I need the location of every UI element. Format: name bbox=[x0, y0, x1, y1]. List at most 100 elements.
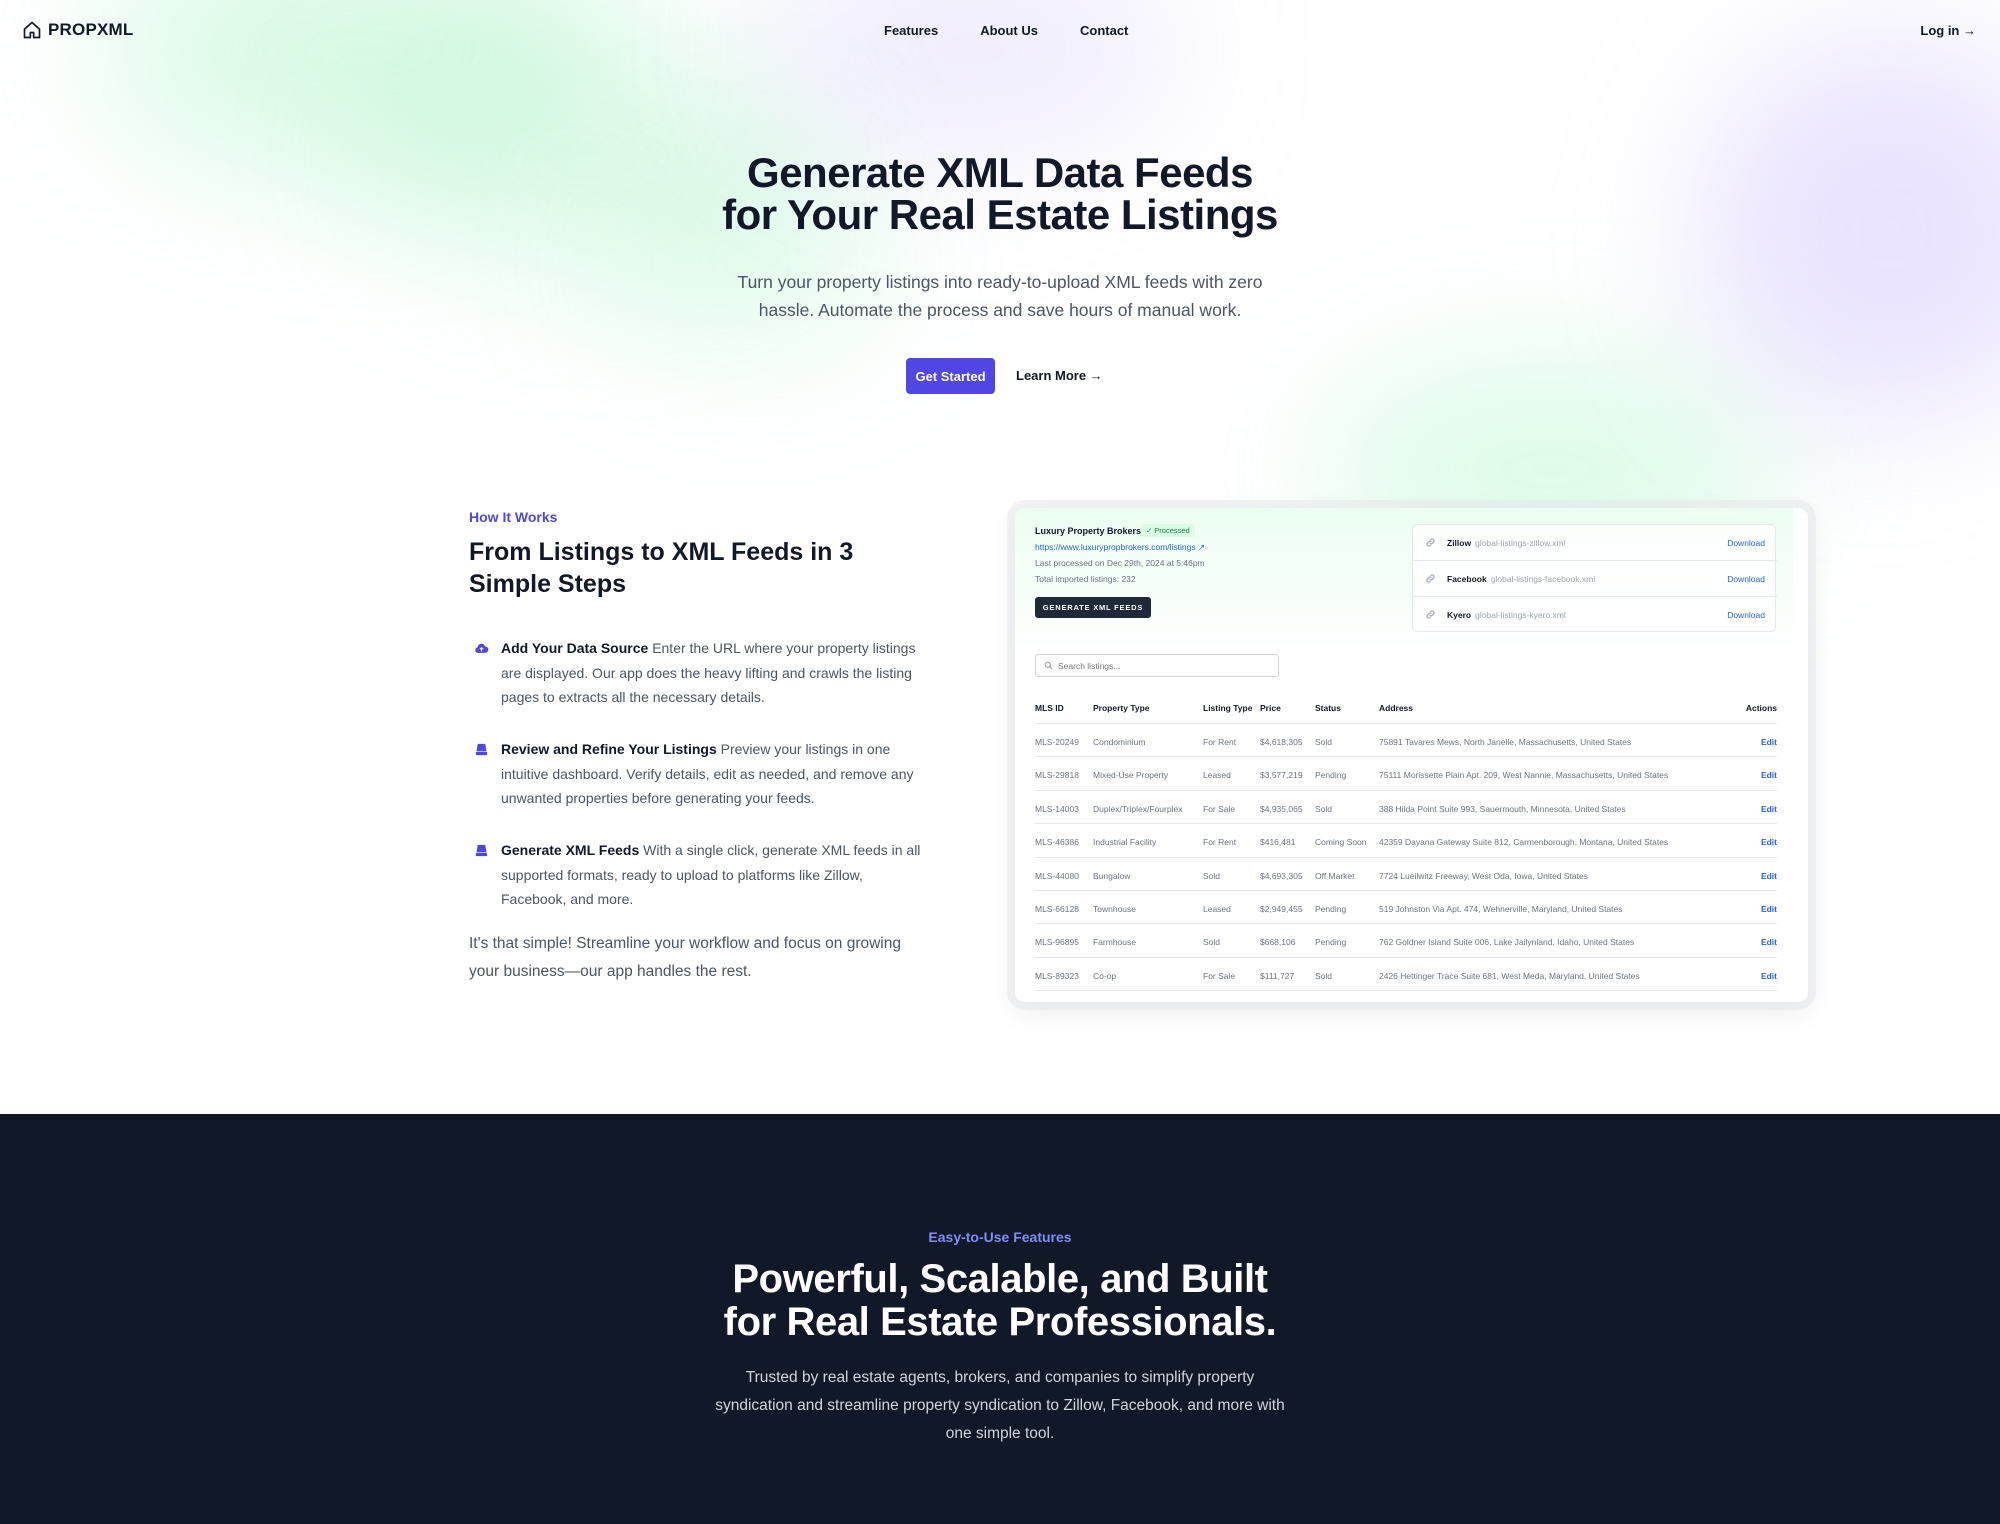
features-subtitle: Trusted by real estate agents, brokers, … bbox=[715, 1369, 1285, 1442]
edit-link[interactable]: Edit bbox=[1761, 904, 1777, 914]
table-cell: Condominium bbox=[1093, 737, 1146, 747]
step-title: Generate XML Feeds bbox=[501, 842, 640, 858]
download-link[interactable]: Download bbox=[1727, 610, 1765, 620]
table-cell: 7724 Lueilwitz Freeway, West Oda, Iowa, … bbox=[1379, 870, 1588, 881]
col-header: MLS ID bbox=[1035, 703, 1064, 713]
server-icon bbox=[475, 844, 488, 857]
edit-link[interactable]: Edit bbox=[1761, 971, 1777, 981]
table-cell: MLS-44080 bbox=[1035, 870, 1079, 881]
edit-link[interactable]: Edit bbox=[1761, 770, 1777, 780]
edit-link[interactable]: Edit bbox=[1761, 804, 1777, 814]
table-cell: Farmhouse bbox=[1093, 937, 1136, 948]
col-header: Address bbox=[1379, 703, 1414, 713]
table-cell: $4,935,065 bbox=[1260, 803, 1303, 814]
col-header: Actions bbox=[1745, 703, 1777, 713]
link-icon bbox=[1426, 538, 1435, 547]
how-it-works-eyebrow: How It Works bbox=[469, 509, 558, 525]
table-row: MLS-20624Vacant LandFor Sale$4,906,458So… bbox=[1035, 991, 1777, 1002]
feeds-panel: Zillow global-listings-zillow.xml Downloa… bbox=[1412, 524, 1777, 633]
nav-about-us[interactable]: About Us bbox=[980, 23, 1038, 38]
table-cell: $3,577,219 bbox=[1260, 770, 1303, 781]
nav-features[interactable]: Features bbox=[884, 23, 938, 38]
table-cell: MLS-29818 bbox=[1035, 770, 1079, 781]
table-cell: $4,618,305 bbox=[1260, 737, 1303, 747]
table-row: MLS-46386 Industrial Facility For Rent $416… bbox=[1035, 824, 1777, 858]
table-cell: 762 Goldner Island Suite 006, Lake Jaily… bbox=[1379, 937, 1635, 948]
table-row: MLS-29818 Mixed-Use Property Leased $3,577,… bbox=[1035, 757, 1777, 791]
table-cell: Industrial Facility bbox=[1093, 837, 1157, 848]
table-cell: Sold bbox=[1315, 970, 1333, 981]
table-cell: Duplex/Triplex/Fourplex bbox=[1093, 803, 1183, 814]
table-header: MLS ID Property Type Listing Type Price … bbox=[1035, 694, 1777, 724]
external-link-icon: ↗ bbox=[1198, 542, 1206, 552]
table-row: MLS-14003 Duplex/Triplex/Fourplex For Sale… bbox=[1035, 791, 1777, 825]
home-icon bbox=[23, 21, 41, 39]
hero-title-line2: for Your Real Estate Listings bbox=[722, 191, 1278, 238]
link-icon bbox=[1426, 574, 1435, 583]
hero-title: Generate XML Data Feeds for Your Real Es… bbox=[0, 152, 2000, 236]
search-icon bbox=[1044, 661, 1053, 670]
feed-file: global-listings-zillow.xml bbox=[1475, 538, 1566, 548]
table-cell: Coming Soon bbox=[1315, 837, 1367, 848]
brand-logo[interactable]: PROPXML bbox=[22, 20, 133, 40]
features-title-line2: for Real Estate Professionals. bbox=[723, 1300, 1277, 1344]
col-header: Status bbox=[1315, 703, 1341, 713]
generate-xml-feeds-button[interactable]: GENERATE XML FEEDS bbox=[1035, 597, 1151, 618]
cloud-upload-icon bbox=[475, 643, 489, 653]
total-imported: Total imported listings: 232 bbox=[1035, 574, 1136, 584]
table-cell: MLS-89323 bbox=[1035, 970, 1079, 981]
col-header: Property Type bbox=[1093, 703, 1150, 713]
table-cell: 388 Hilda Point Suite 993, Sauermouth, M… bbox=[1379, 803, 1626, 814]
step-review-listings: Review and Refine Your Listings Preview … bbox=[472, 737, 922, 811]
main-nav: Features About Us Contact bbox=[884, 23, 1128, 38]
col-header: Listing Type bbox=[1203, 703, 1253, 713]
edit-link[interactable]: Edit bbox=[1761, 937, 1777, 947]
table-cell: MLS-46386 bbox=[1035, 837, 1079, 848]
table-cell: $416,481 bbox=[1260, 837, 1296, 848]
table-cell: 519 Johnston Via Apt. 474, Wehnerville, … bbox=[1379, 903, 1623, 914]
features-eyebrow: Easy-to-Use Features bbox=[928, 1229, 1072, 1245]
hero-subtitle: Turn your property listings into ready-t… bbox=[737, 272, 1263, 320]
table-cell: 75111 Morissette Plain Apt. 209, West Na… bbox=[1379, 770, 1669, 781]
feed-row-kyero: Kyero global-listings-kyero.xml Download bbox=[1413, 597, 1777, 633]
site-name: Luxury Property Brokers bbox=[1035, 526, 1142, 536]
nav-contact[interactable]: Contact bbox=[1080, 23, 1128, 38]
table-cell: Townhouse bbox=[1093, 903, 1137, 914]
table-cell: 42359 Dayana Gateway Suite 812, Carmenbo… bbox=[1379, 837, 1669, 848]
table-cell: $668,106 bbox=[1260, 937, 1296, 948]
features-section: Easy-to-Use Features Powerful, Scalable,… bbox=[0, 1114, 2000, 1524]
table-cell: For Rent bbox=[1203, 737, 1237, 747]
step-add-data-source: Add Your Data Source Enter the URL where… bbox=[472, 636, 922, 710]
get-started-button[interactable]: Get Started bbox=[906, 358, 995, 394]
table-cell: MLS-66128 bbox=[1035, 903, 1079, 914]
search-input[interactable] bbox=[1058, 660, 1258, 671]
listings-table: MLS ID Property Type Listing Type Price … bbox=[1035, 694, 1777, 1002]
login-link[interactable]: Log in → bbox=[1920, 23, 1976, 38]
source-url-link[interactable]: https://www.luxurypropbrokers.com/listin… bbox=[1035, 542, 1205, 553]
site-header: PROPXML Features About Us Contact Log in… bbox=[0, 0, 2000, 62]
feed-name: Facebook bbox=[1447, 574, 1487, 584]
edit-link[interactable]: Edit bbox=[1761, 871, 1777, 881]
feed-file: global-listings-kyero.xml bbox=[1475, 610, 1566, 620]
table-cell: Sold bbox=[1315, 737, 1333, 747]
status-badge: ✓ Processed bbox=[1141, 524, 1195, 537]
edit-link[interactable]: Edit bbox=[1761, 737, 1777, 747]
edit-link[interactable]: Edit bbox=[1761, 837, 1777, 847]
learn-more-link[interactable]: Learn More → bbox=[1016, 368, 1103, 383]
table-row: MLS-66128 Townhouse Leased $2,949,455 Pendin… bbox=[1035, 891, 1777, 925]
last-processed: Last processed on Dec 29th, 2024 at 5:46… bbox=[1035, 558, 1205, 568]
table-cell: MLS-96895 bbox=[1035, 937, 1079, 948]
table-cell: MLS-20249 bbox=[1035, 737, 1079, 747]
download-link[interactable]: Download bbox=[1727, 574, 1765, 584]
download-link[interactable]: Download bbox=[1727, 538, 1765, 548]
features-title-line1: Powerful, Scalable, and Built bbox=[732, 1257, 1268, 1301]
feed-row-facebook: Facebook global-listings-facebook.xml Dow… bbox=[1413, 561, 1777, 597]
link-icon bbox=[1426, 610, 1435, 619]
listings-search bbox=[1035, 654, 1279, 677]
table-cell: Sold bbox=[1203, 937, 1221, 948]
table-cell: $2,949,455 bbox=[1260, 903, 1303, 914]
feed-name: Kyero bbox=[1447, 610, 1472, 620]
table-cell: 2426 Hettinger Trace Suite 681, West Med… bbox=[1379, 970, 1640, 981]
table-cell: Off Market bbox=[1315, 870, 1355, 881]
table-cell: Co-op bbox=[1093, 970, 1117, 981]
